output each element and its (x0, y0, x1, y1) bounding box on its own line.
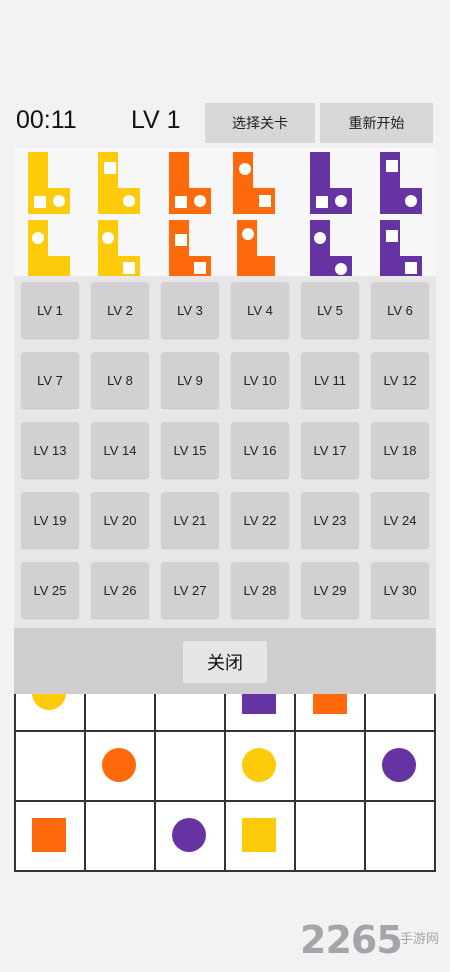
level-button[interactable]: LV 30 (371, 562, 429, 618)
level-button[interactable]: LV 29 (301, 562, 359, 618)
purple-square-token (242, 694, 276, 714)
orange-l-piece[interactable] (167, 152, 213, 214)
level-button[interactable]: LV 12 (371, 352, 429, 408)
watermark-site: 手游网 (400, 932, 440, 947)
level-button[interactable]: LV 27 (161, 562, 219, 618)
watermark-number: 2265 (300, 918, 403, 962)
purple-circle-token (382, 748, 416, 782)
orange-circle-token (102, 748, 136, 782)
level-button[interactable]: LV 23 (301, 492, 359, 548)
level-button[interactable]: LV 16 (231, 422, 289, 478)
level-button[interactable]: LV 1 (21, 282, 79, 338)
purple-l-piece[interactable] (308, 220, 354, 276)
yellow-l-piece[interactable] (26, 152, 72, 214)
level-button[interactable]: LV 28 (231, 562, 289, 618)
purple-l-piece[interactable] (378, 152, 424, 214)
select-level-button[interactable]: 选择关卡 (205, 103, 315, 143)
level-button[interactable]: LV 21 (161, 492, 219, 548)
close-button[interactable]: 关闭 (183, 641, 267, 683)
level-button[interactable]: LV 13 (21, 422, 79, 478)
level-button[interactable]: LV 9 (161, 352, 219, 408)
level-button[interactable]: LV 24 (371, 492, 429, 548)
level-button[interactable]: LV 25 (21, 562, 79, 618)
level-button[interactable]: LV 17 (301, 422, 359, 478)
purple-l-piece[interactable] (308, 152, 354, 214)
level-button[interactable]: LV 11 (301, 352, 359, 408)
level-button[interactable]: LV 15 (161, 422, 219, 478)
level-button[interactable]: LV 3 (161, 282, 219, 338)
orange-l-piece[interactable] (231, 152, 277, 214)
level-button[interactable]: LV 5 (301, 282, 359, 338)
timer: 00:11 (16, 106, 77, 134)
purple-circle-token (172, 818, 206, 852)
yellow-l-piece[interactable] (96, 220, 142, 276)
orange-l-piece[interactable] (231, 220, 277, 276)
yellow-circle-token (242, 748, 276, 782)
yellow-l-piece[interactable] (26, 220, 72, 276)
orange-square-token (32, 818, 66, 852)
site-watermark-logo: 2265 手游网 (300, 918, 450, 962)
orange-l-piece[interactable] (167, 220, 213, 276)
level-button[interactable]: LV 22 (231, 492, 289, 548)
yellow-l-piece[interactable] (96, 152, 142, 214)
top-bar: 00:11 LV 1 选择关卡 重新开始 (0, 100, 450, 146)
yellow-square-token (242, 818, 276, 852)
level-button[interactable]: LV 20 (91, 492, 149, 548)
level-button[interactable]: LV 19 (21, 492, 79, 548)
yellow-circle-token (32, 694, 66, 710)
level-button[interactable]: LV 6 (371, 282, 429, 338)
current-level: LV 1 (131, 106, 181, 134)
pieces-tray (14, 148, 436, 276)
level-button[interactable]: LV 18 (371, 422, 429, 478)
level-button[interactable]: LV 7 (21, 352, 79, 408)
orange-square-token (313, 694, 347, 714)
level-button[interactable]: LV 14 (91, 422, 149, 478)
level-button[interactable]: LV 8 (91, 352, 149, 408)
level-button[interactable]: LV 10 (231, 352, 289, 408)
level-button[interactable]: LV 4 (231, 282, 289, 338)
game-board[interactable] (14, 694, 436, 872)
level-button[interactable]: LV 2 (91, 282, 149, 338)
level-button[interactable]: LV 26 (91, 562, 149, 618)
purple-l-piece[interactable] (378, 220, 424, 276)
restart-button[interactable]: 重新开始 (320, 103, 433, 143)
